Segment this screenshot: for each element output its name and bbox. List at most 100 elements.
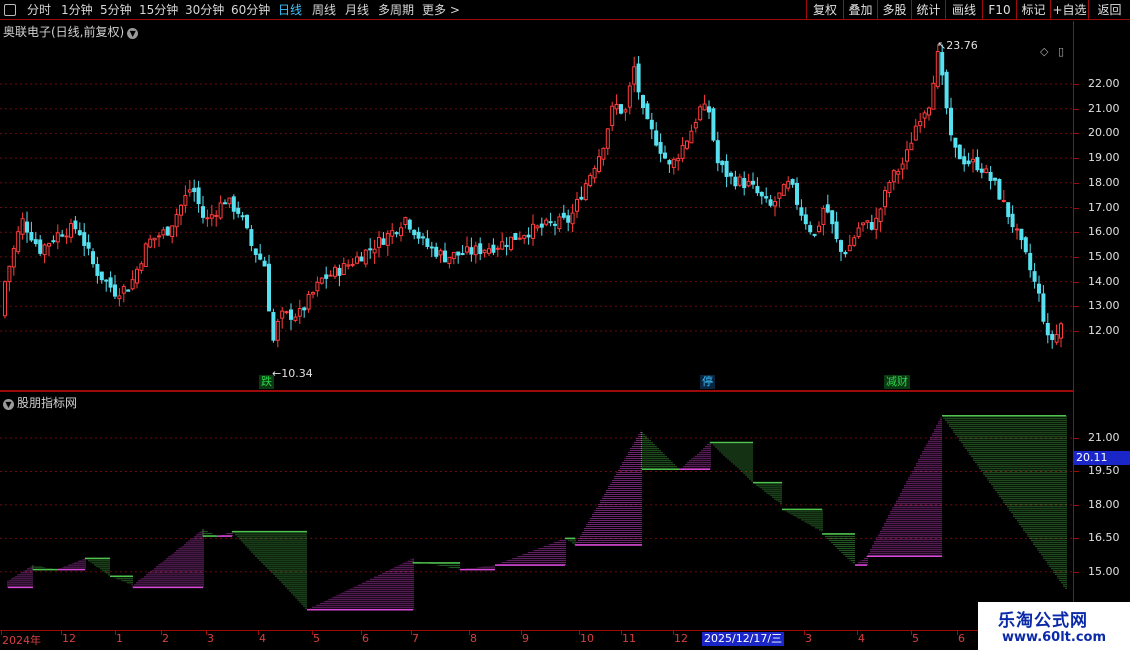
- candle-body: [887, 182, 892, 194]
- candle-body: [993, 177, 997, 181]
- candle-body: [25, 221, 29, 233]
- candle-body: [526, 234, 531, 238]
- candle-body: [77, 230, 82, 236]
- candle-body: [117, 295, 122, 300]
- candle-body: [579, 196, 584, 200]
- candle-body: [566, 215, 571, 223]
- restore-rights-button[interactable]: 复权: [806, 0, 843, 20]
- date-axis-label: 8: [470, 632, 477, 645]
- window-toggle-icon[interactable]: ▯: [1058, 45, 1064, 58]
- candle-body: [465, 246, 469, 253]
- tab-period-multi[interactable]: 多周期: [378, 0, 414, 20]
- date-axis-label: 9: [522, 632, 529, 645]
- tab-period-monthly[interactable]: 月线: [345, 0, 369, 20]
- candle-body: [240, 215, 245, 218]
- price-axis: 22.00 21.00 20.00 19.00 18.00 17.00 16.00 15.00…: [1073, 21, 1130, 630]
- date-axis-label: 5: [313, 632, 320, 645]
- candle-body: [711, 108, 716, 141]
- chevron-down-icon[interactable]: ▼: [127, 28, 139, 39]
- candle-body: [456, 251, 461, 256]
- tab-period-fenshi[interactable]: 分时: [27, 0, 51, 20]
- indicator-chart[interactable]: [0, 392, 1073, 630]
- tab-period-1min[interactable]: 1分钟: [61, 0, 93, 20]
- tab-period-more[interactable]: 更多 >: [422, 0, 460, 20]
- tab-period-60min[interactable]: 60分钟: [231, 0, 270, 20]
- candle-body: [64, 235, 69, 238]
- candle-body: [341, 263, 346, 275]
- event-tag-halt[interactable]: 停: [700, 375, 715, 389]
- candle-body: [790, 179, 795, 185]
- indicator-axis-label: 21.00: [1088, 431, 1120, 444]
- candle-body: [548, 221, 553, 224]
- candle-body: [561, 212, 566, 218]
- candle-body: [680, 145, 685, 159]
- back-button[interactable]: 返回: [1088, 0, 1130, 20]
- candle-body: [619, 104, 623, 114]
- tab-period-5min[interactable]: 5分钟: [100, 0, 132, 20]
- candle-body: [381, 238, 386, 245]
- candle-body: [940, 52, 945, 76]
- candle-body: [319, 277, 324, 284]
- candle-body: [786, 180, 791, 189]
- candle-body: [966, 160, 971, 165]
- high-price-value: 23.76: [946, 39, 978, 52]
- candle-body: [469, 247, 474, 255]
- date-axis-label: 4: [259, 632, 266, 645]
- candle-body: [108, 277, 113, 288]
- diamond-icon[interactable]: ◇: [1040, 45, 1048, 58]
- overlay-button[interactable]: 叠加: [843, 0, 877, 20]
- price-axis-tick: [1074, 182, 1079, 184]
- candle-body: [148, 238, 153, 248]
- candle-body: [1006, 202, 1011, 218]
- f10-button[interactable]: F10: [982, 0, 1016, 20]
- candle-body: [434, 246, 439, 257]
- date-axis-label: 11: [622, 632, 636, 645]
- candle-body: [913, 125, 918, 141]
- candle-body: [245, 214, 249, 229]
- candle-body: [73, 220, 78, 230]
- main-chart-panel[interactable]: 奥联电子(日线,前复权) ▼ ◇ ▯ ↖23.76 ←10.34 跌 停 减财: [0, 21, 1073, 390]
- indicator-axis-label: 15.00: [1088, 564, 1120, 578]
- tab-period-30min[interactable]: 30分钟: [185, 0, 224, 20]
- tab-period-15min[interactable]: 15分钟: [139, 0, 178, 20]
- indicator-axis-label: 16.50: [1088, 531, 1120, 545]
- candle-body: [781, 184, 786, 196]
- draw-line-button[interactable]: 画线: [945, 0, 982, 20]
- price-axis-label: 20.00: [1088, 126, 1120, 140]
- candle-body: [1054, 333, 1059, 343]
- candle-body: [614, 103, 619, 110]
- candle-body: [412, 229, 417, 236]
- candle-body: [601, 147, 606, 160]
- mark-button[interactable]: 标记: [1016, 0, 1050, 20]
- event-tag-fall[interactable]: 跌: [259, 375, 274, 389]
- candle-body: [918, 121, 923, 127]
- indicator-axis-label: 18.00: [1088, 497, 1120, 511]
- candle-body: [641, 95, 645, 108]
- candle-body: [16, 231, 21, 253]
- multi-stock-button[interactable]: 多股: [877, 0, 911, 20]
- candle-body: [183, 194, 188, 206]
- add-watchlist-button[interactable]: +自选: [1050, 0, 1088, 20]
- price-axis-label: 22.00: [1088, 77, 1120, 90]
- candle-body: [821, 207, 826, 225]
- candle-body: [271, 312, 276, 341]
- candle-body: [627, 85, 632, 108]
- candle-body: [522, 235, 527, 239]
- indicator-chevron-down-icon[interactable]: ▼: [3, 399, 14, 410]
- tab-period-daily[interactable]: 日线: [278, 0, 302, 20]
- indicator-panel[interactable]: ▼ 股朋指标网: [0, 392, 1073, 630]
- date-axis-label: 6: [362, 632, 369, 645]
- event-tag-reduce-finance[interactable]: 减财: [884, 375, 910, 389]
- price-axis-label: 15.00: [1088, 249, 1120, 263]
- indicator-axis-tick: [1074, 471, 1079, 473]
- menu-icon[interactable]: [4, 4, 16, 16]
- candle-body: [275, 320, 280, 341]
- indicator-axis-tick: [1074, 571, 1079, 573]
- tab-period-weekly[interactable]: 周线: [312, 0, 336, 20]
- candle-body: [38, 239, 43, 254]
- statistics-button[interactable]: 统计: [911, 0, 945, 20]
- candle-body: [755, 186, 760, 194]
- candlestick-chart[interactable]: [0, 21, 1073, 390]
- candle-body: [927, 107, 931, 116]
- candle-body: [126, 289, 131, 292]
